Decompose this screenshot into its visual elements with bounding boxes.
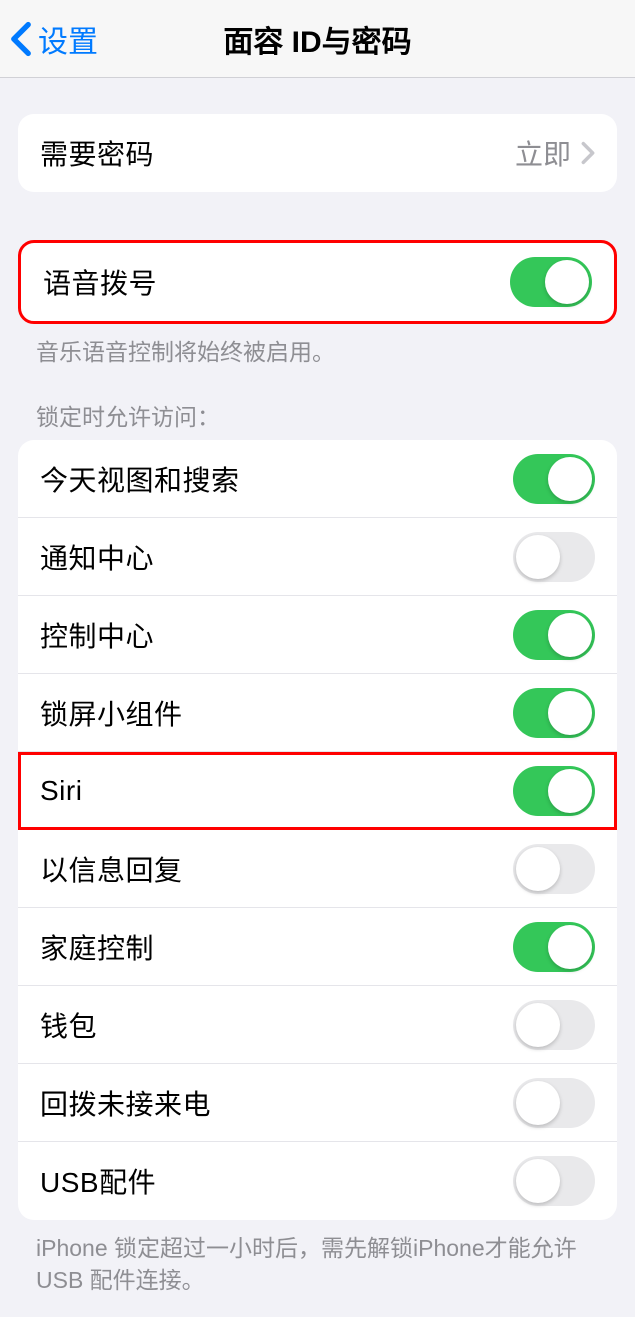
lock-access-header: 锁定时允许访问：: [0, 368, 635, 440]
lock-access-row: 通知中心: [18, 518, 617, 596]
toggle-knob: [548, 457, 592, 501]
lock-access-row: 钱包: [18, 986, 617, 1064]
toggle-knob: [516, 1159, 560, 1203]
lock-access-row: 控制中心: [18, 596, 617, 674]
toggle-knob: [516, 1003, 560, 1047]
lock-access-row: 家庭控制: [18, 908, 617, 986]
lock-access-label: 回拨未接来电: [40, 1083, 211, 1123]
usb-footer: iPhone 锁定超过一小时后，需先解锁iPhone才能允许USB 配件连接。: [0, 1220, 635, 1296]
lock-access-group: 今天视图和搜索通知中心控制中心锁屏小组件 Siri 以信息回复家庭控制钱包回拨未接来…: [18, 440, 617, 1220]
toggle-knob: [516, 847, 560, 891]
lock-access-toggle[interactable]: [513, 922, 595, 972]
lock-access-toggle[interactable]: [513, 688, 595, 738]
lock-access-label: 锁屏小组件: [40, 693, 183, 733]
lock-access-label: 以信息回复: [40, 849, 183, 889]
voice-dial-row: 语音拨号: [21, 243, 614, 321]
require-passcode-label: 需要密码: [40, 133, 154, 173]
require-passcode-value: 立即: [515, 133, 595, 173]
voice-dial-footer: 音乐语音控制将始终被启用。: [0, 324, 635, 368]
lock-access-row: Siri: [18, 752, 617, 830]
navigation-bar: 设置 面容 ID与密码: [0, 0, 635, 78]
lock-access-label: Siri: [40, 775, 82, 807]
lock-access-label: 家庭控制: [40, 927, 154, 967]
chevron-left-icon: [10, 21, 32, 57]
toggle-knob: [545, 260, 589, 304]
require-passcode-row[interactable]: 需要密码 立即: [18, 114, 617, 192]
voice-dial-toggle[interactable]: [510, 257, 592, 307]
lock-access-label: 通知中心: [40, 537, 154, 577]
lock-access-row: 以信息回复: [18, 830, 617, 908]
lock-access-label: 钱包: [40, 1005, 97, 1045]
toggle-knob: [548, 925, 592, 969]
lock-access-row: 锁屏小组件: [18, 674, 617, 752]
lock-access-toggle[interactable]: [513, 610, 595, 660]
lock-access-row: 今天视图和搜索: [18, 440, 617, 518]
chevron-right-icon: [581, 141, 595, 165]
voice-dial-label: 语音拨号: [43, 262, 157, 302]
lock-access-toggle[interactable]: [513, 766, 595, 816]
require-passcode-value-text: 立即: [515, 133, 571, 173]
lock-access-label: 今天视图和搜索: [40, 459, 240, 499]
back-label: 设置: [38, 17, 98, 61]
lock-access-toggle[interactable]: [513, 1156, 595, 1206]
toggle-knob: [516, 1081, 560, 1125]
toggle-knob: [548, 613, 592, 657]
lock-access-toggle[interactable]: [513, 1000, 595, 1050]
toggle-knob: [548, 691, 592, 735]
lock-access-toggle[interactable]: [513, 454, 595, 504]
lock-access-toggle[interactable]: [513, 844, 595, 894]
lock-access-toggle[interactable]: [513, 532, 595, 582]
back-button[interactable]: 设置: [0, 17, 98, 61]
lock-access-toggle[interactable]: [513, 1078, 595, 1128]
require-passcode-group: 需要密码 立即: [18, 114, 617, 192]
lock-access-label: USB配件: [40, 1161, 156, 1201]
lock-access-label: 控制中心: [40, 615, 154, 655]
lock-access-row: 回拨未接来电: [18, 1064, 617, 1142]
toggle-knob: [516, 535, 560, 579]
lock-access-row: USB配件: [18, 1142, 617, 1220]
content: 需要密码 立即 语音拨号 音乐语音控制将始终被启用。 锁定时允许访问： 今天视图…: [0, 114, 635, 1317]
voice-dial-group: 语音拨号: [18, 240, 617, 324]
toggle-knob: [548, 769, 592, 813]
